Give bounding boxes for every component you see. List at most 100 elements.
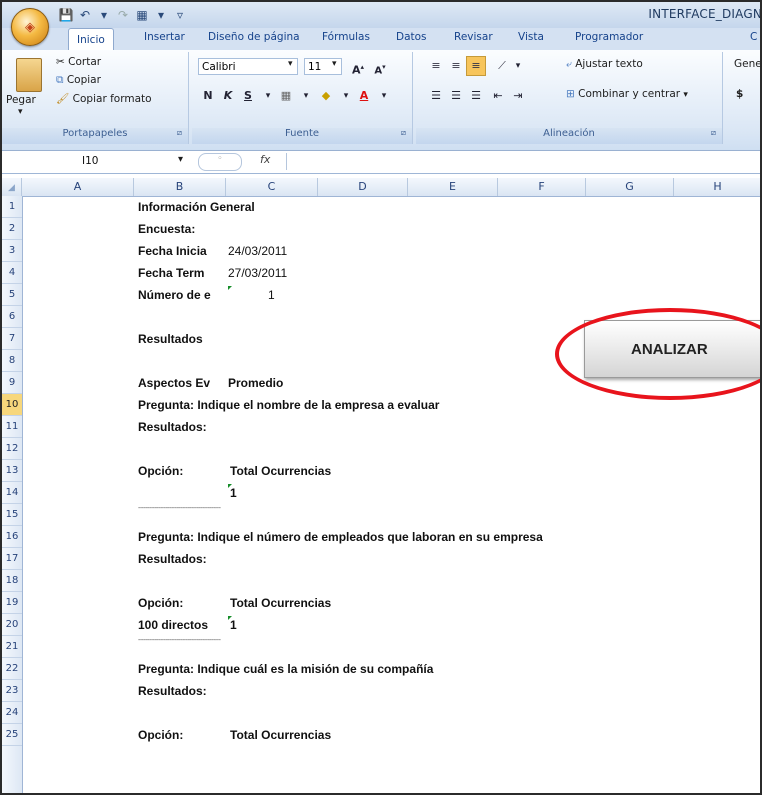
row-header-7[interactable]: 7 [2, 328, 22, 350]
shrink-font-icon[interactable]: A▾ [370, 57, 390, 77]
cell-b25[interactable]: Opción: [138, 724, 183, 746]
align-middle-icon[interactable]: ≡ [446, 56, 466, 76]
row-header-10[interactable]: 10 [2, 394, 22, 416]
align-center-icon[interactable]: ☰ [446, 86, 466, 106]
cell-b23[interactable]: Resultados: [138, 680, 207, 702]
underline-button[interactable]: S [238, 86, 258, 106]
tab-diseno-pagina[interactable]: Diseño de página [208, 31, 300, 43]
tab-formulas[interactable]: Fórmulas [322, 31, 370, 43]
bold-button[interactable]: N [198, 86, 218, 106]
cell-b22[interactable]: Pregunta: Indique cuál es la misión de s… [138, 658, 433, 680]
tab-programador[interactable]: Programador [575, 31, 643, 43]
font-color-icon[interactable]: A [354, 86, 374, 106]
name-box[interactable]: I10 [8, 153, 178, 170]
align-top-icon[interactable]: ≡ [426, 56, 446, 76]
row-header-14[interactable]: 14 [2, 482, 22, 504]
row-header-1[interactable]: 1 [2, 196, 22, 218]
currency-button[interactable]: $ [736, 88, 743, 100]
row-header-4[interactable]: 4 [2, 262, 22, 284]
column-header-h[interactable]: H [674, 178, 760, 196]
column-header-f[interactable]: F [498, 178, 586, 196]
dropdown-icon[interactable]: ▾ [153, 7, 169, 23]
cell-b15[interactable]: ----------------------------------------… [138, 498, 221, 520]
row-header-20[interactable]: 20 [2, 614, 22, 636]
row-header-8[interactable]: 8 [2, 350, 22, 372]
dialog-launcher-icon[interactable]: ⧄ [177, 128, 182, 138]
paste-icon[interactable] [16, 58, 42, 92]
align-right-icon[interactable]: ☰ [466, 86, 486, 106]
row-header-15[interactable]: 15 [2, 504, 22, 526]
cell-c9[interactable]: Promedio [228, 372, 283, 394]
office-button[interactable]: ◈ [11, 8, 49, 46]
cell-c3[interactable]: 24/03/2011 [228, 240, 287, 262]
tab-vista[interactable]: Vista [518, 31, 544, 43]
chevron-down-icon[interactable]: ▾ [336, 86, 356, 106]
chevron-down-icon[interactable]: ▾ [508, 56, 528, 76]
cell-b4[interactable]: Fecha Term [138, 262, 204, 284]
row-header-6[interactable]: 6 [2, 306, 22, 328]
redo-icon[interactable]: ↷ [115, 7, 131, 23]
row-header-18[interactable]: 18 [2, 570, 22, 592]
tab-revisar[interactable]: Revisar [454, 31, 493, 43]
paste-dropdown-icon[interactable]: ▾ [18, 107, 23, 117]
row-header-19[interactable]: 19 [2, 592, 22, 614]
fill-color-icon[interactable]: ◆ [316, 86, 336, 106]
select-all-button[interactable]: ◢ [2, 178, 22, 196]
italic-button[interactable]: K [218, 86, 238, 106]
tab-more[interactable]: C [750, 31, 757, 43]
undo-icon[interactable]: ↶ [77, 7, 93, 23]
name-box-dropdown-icon[interactable]: ▾ [178, 154, 183, 165]
cell-b16[interactable]: Pregunta: Indique el número de empleados… [138, 526, 543, 548]
cell-b10[interactable]: Pregunta: Indique el nombre de la empres… [138, 394, 439, 416]
cell-c13[interactable]: Total Ocurrencias [230, 460, 331, 482]
tab-inicio[interactable]: Inicio [68, 28, 114, 51]
row-header-25[interactable]: 25 [2, 724, 22, 746]
tab-insertar[interactable]: Insertar [144, 31, 185, 43]
cell-c19[interactable]: Total Ocurrencias [230, 592, 331, 614]
cell-b13[interactable]: Opción: [138, 460, 183, 482]
row-header-2[interactable]: 2 [2, 218, 22, 240]
cell-c20[interactable]: 1 [230, 614, 237, 636]
formula-cancel-icon[interactable]: ◦ [198, 153, 242, 171]
row-header-5[interactable]: 5 [2, 284, 22, 306]
chevron-down-icon[interactable]: ▾ [288, 59, 293, 69]
save-icon[interactable]: 💾 [58, 7, 74, 23]
cell-b19[interactable]: Opción: [138, 592, 183, 614]
format-painter-button[interactable]: 🖌 Copiar formato [56, 92, 152, 105]
cell-b2[interactable]: Encuesta: [138, 218, 195, 240]
customize-qat-icon[interactable]: ▿ [172, 7, 188, 23]
column-header-a[interactable]: A [22, 178, 134, 196]
font-name-select[interactable]: Calibri [198, 58, 298, 75]
column-header-g[interactable]: G [586, 178, 674, 196]
row-header-11[interactable]: 11 [2, 416, 22, 438]
borders-icon[interactable]: ▦ [276, 86, 296, 106]
table-icon[interactable]: ▦ [134, 7, 150, 23]
chevron-down-icon[interactable]: ▾ [296, 86, 316, 106]
cell-c5[interactable]: 1 [268, 284, 275, 306]
cell-c25[interactable]: Total Ocurrencias [230, 724, 331, 746]
row-header-3[interactable]: 3 [2, 240, 22, 262]
column-header-d[interactable]: D [318, 178, 408, 196]
cell-b1[interactable]: Información General [138, 196, 255, 218]
cut-button[interactable]: ✂ Cortar [56, 56, 101, 68]
chevron-down-icon[interactable]: ▾ [374, 86, 394, 106]
analizar-button[interactable]: ANALIZAR [584, 320, 760, 378]
wrap-text-button[interactable]: ⤶ Ajustar texto [566, 58, 643, 71]
column-header-c[interactable]: C [226, 178, 318, 196]
copy-button[interactable]: ⧉ Copiar [56, 74, 101, 87]
fx-icon[interactable]: fx [260, 153, 270, 166]
row-header-17[interactable]: 17 [2, 548, 22, 570]
decrease-indent-icon[interactable]: ⇤ [488, 86, 508, 106]
dropdown-icon[interactable]: ▾ [96, 7, 112, 23]
row-header-13[interactable]: 13 [2, 460, 22, 482]
column-header-e[interactable]: E [408, 178, 498, 196]
row-header-9[interactable]: 9 [2, 372, 22, 394]
cell-b11[interactable]: Resultados: [138, 416, 207, 438]
tab-datos[interactable]: Datos [396, 31, 427, 43]
align-bottom-icon[interactable]: ≡ [466, 56, 486, 76]
formula-input[interactable] [286, 153, 757, 170]
cell-b21[interactable]: ----------------------------------------… [138, 630, 221, 652]
dialog-launcher-icon[interactable]: ⧄ [711, 128, 716, 138]
align-left-icon[interactable]: ☰ [426, 86, 446, 106]
row-header-22[interactable]: 22 [2, 658, 22, 680]
